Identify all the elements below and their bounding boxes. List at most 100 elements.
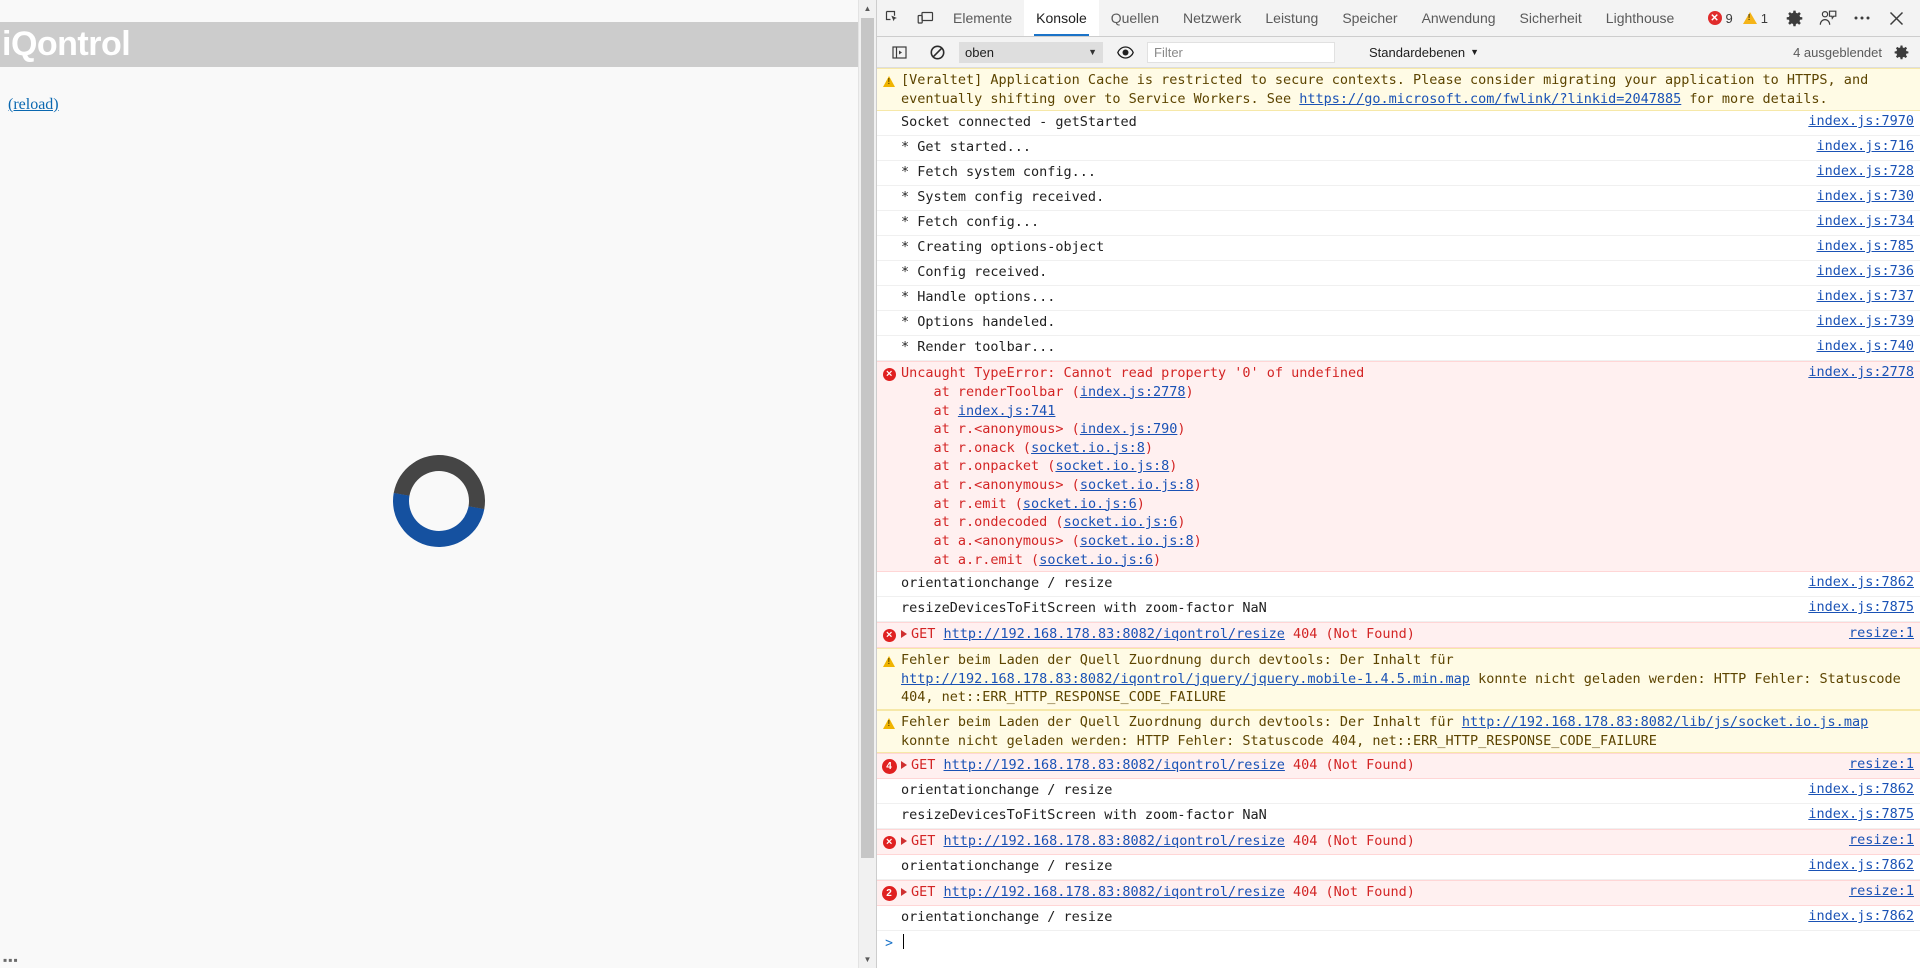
reload-link[interactable]: (reload) — [8, 96, 59, 114]
console-link[interactable]: http://192.168.178.83:8082/iqontrol/resi… — [944, 626, 1285, 642]
tab-konsole[interactable]: Konsole — [1024, 0, 1099, 36]
tab-speicher[interactable]: Speicher — [1330, 0, 1409, 36]
console-link[interactable]: socket.io.js:8 — [1080, 533, 1194, 549]
tab-elemente[interactable]: Elemente — [941, 0, 1024, 36]
console-link[interactable]: socket.io.js:8 — [1055, 458, 1169, 474]
close-icon[interactable] — [1880, 11, 1912, 26]
console-link[interactable]: socket.io.js:8 — [1031, 440, 1145, 456]
filter-input[interactable] — [1147, 41, 1335, 63]
source-link[interactable]: index.js:734 — [1816, 213, 1914, 229]
console-input[interactable] — [901, 934, 904, 953]
console-link[interactable]: http://192.168.178.83:8082/iqontrol/resi… — [944, 833, 1285, 849]
console-message-list[interactable]: [Veraltet] Application Cache is restrict… — [877, 68, 1920, 968]
tab-netzwerk[interactable]: Netzwerk — [1171, 0, 1253, 36]
source-link[interactable]: index.js:7862 — [1808, 574, 1914, 590]
source-link[interactable]: index.js:7970 — [1808, 113, 1914, 129]
console-message[interactable]: orientationchange / resize index.js:7862 — [877, 779, 1920, 805]
console-link[interactable]: http://192.168.178.83:8082/iqontrol/resi… — [944, 757, 1285, 773]
console-message[interactable]: ✕ GET http://192.168.178.83:8082/iqontrol… — [877, 622, 1920, 649]
tab-anwendung[interactable]: Anwendung — [1410, 0, 1508, 36]
source-link[interactable]: resize:1 — [1849, 883, 1914, 899]
resize-grip-icon[interactable]: ▪▪▪ — [3, 954, 19, 966]
source-link[interactable]: index.js:730 — [1816, 188, 1914, 204]
source-link[interactable]: index.js:728 — [1816, 163, 1914, 179]
tab-lighthouse[interactable]: Lighthouse — [1594, 0, 1687, 36]
console-message[interactable]: orientationchange / resize index.js:7862 — [877, 572, 1920, 598]
console-message[interactable]: orientationchange / resize index.js:7862 — [877, 906, 1920, 932]
source-link[interactable]: index.js:737 — [1816, 288, 1914, 304]
error-counter[interactable]: ✕ 9 — [1707, 11, 1733, 26]
console-settings-icon[interactable] — [1892, 45, 1910, 60]
console-link[interactable]: index.js:790 — [1080, 421, 1178, 437]
console-message[interactable]: resizeDevicesToFitScreen with zoom-facto… — [877, 597, 1920, 623]
source-link[interactable]: index.js:7862 — [1808, 908, 1914, 924]
source-link[interactable]: index.js:739 — [1816, 313, 1914, 329]
console-link[interactable]: index.js:2778 — [1080, 384, 1186, 400]
console-message[interactable]: resizeDevicesToFitScreen with zoom-facto… — [877, 804, 1920, 830]
console-link[interactable]: https://go.microsoft.com/fwlink/?linkid=… — [1299, 91, 1681, 107]
console-link[interactable]: socket.io.js:8 — [1080, 477, 1194, 493]
console-text: Fehler beim Laden der Quell Zuordnung du… — [901, 714, 1462, 730]
source-link[interactable]: index.js:736 — [1816, 263, 1914, 279]
scroll-up-arrow-icon[interactable]: ▲ — [859, 0, 876, 17]
more-options-icon[interactable] — [1846, 15, 1878, 21]
source-link[interactable]: resize:1 — [1849, 832, 1914, 848]
console-link[interactable]: http://192.168.178.83:8082/lib/js/socket… — [1462, 714, 1868, 730]
live-expression-icon[interactable] — [1109, 45, 1141, 59]
tab-leistung[interactable]: Leistung — [1253, 0, 1330, 36]
console-link[interactable]: socket.io.js:6 — [1039, 552, 1153, 568]
console-message[interactable]: * Render toolbar... index.js:740 — [877, 336, 1920, 362]
console-message[interactable]: [Veraltet] Application Cache is restrict… — [877, 68, 1920, 112]
console-link[interactable]: index.js:741 — [958, 403, 1056, 419]
console-prompt-row[interactable]: > — [877, 931, 1920, 957]
warning-counter[interactable]: 1 — [1742, 11, 1768, 26]
source-link[interactable]: index.js:740 — [1816, 338, 1914, 354]
console-message[interactable]: * Fetch system config... index.js:728 — [877, 161, 1920, 187]
gear-icon[interactable] — [1778, 10, 1810, 27]
expand-arrow-icon[interactable] — [901, 761, 907, 770]
expand-arrow-icon[interactable] — [901, 888, 907, 897]
device-toolbar-icon[interactable] — [909, 0, 941, 36]
console-link[interactable]: socket.io.js:6 — [1023, 496, 1137, 512]
console-message[interactable]: * Fetch config... index.js:734 — [877, 211, 1920, 237]
execution-context-select[interactable]: oben ▼ — [959, 41, 1103, 63]
console-message[interactable]: * Creating options-object index.js:785 — [877, 236, 1920, 262]
console-message[interactable]: 2 GET http://192.168.178.83:8082/iqontrol… — [877, 880, 1920, 907]
console-message[interactable]: ✕ Uncaught TypeError: Cannot read propert… — [877, 361, 1920, 573]
source-link[interactable]: resize:1 — [1849, 756, 1914, 772]
console-message[interactable]: 4 GET http://192.168.178.83:8082/iqontrol… — [877, 753, 1920, 780]
inspect-element-icon[interactable] — [877, 0, 909, 36]
console-message[interactable]: Fehler beim Laden der Quell Zuordnung du… — [877, 710, 1920, 754]
source-link[interactable]: index.js:7862 — [1808, 781, 1914, 797]
source-link[interactable]: index.js:716 — [1816, 138, 1914, 154]
console-message[interactable]: Fehler beim Laden der Quell Zuordnung du… — [877, 648, 1920, 710]
console-message[interactable]: * Config received. index.js:736 — [877, 261, 1920, 287]
source-link[interactable]: resize:1 — [1849, 625, 1914, 641]
console-message[interactable]: * Get started... index.js:716 — [877, 136, 1920, 162]
console-message[interactable]: ✕ GET http://192.168.178.83:8082/iqontrol… — [877, 829, 1920, 856]
console-message[interactable]: * Handle options... index.js:737 — [877, 286, 1920, 312]
log-levels-select[interactable]: Standardebenen ▼ — [1363, 45, 1485, 60]
console-message[interactable]: orientationchange / resize index.js:7862 — [877, 855, 1920, 881]
feedback-icon[interactable] — [1812, 10, 1844, 27]
console-link[interactable]: http://192.168.178.83:8082/iqontrol/resi… — [944, 884, 1285, 900]
console-message[interactable]: Socket connected - getStarted index.js:79… — [877, 111, 1920, 137]
console-message[interactable]: * System config received. index.js:730 — [877, 186, 1920, 212]
page-vertical-scrollbar[interactable]: ▲ ▼ — [858, 0, 876, 968]
scrollbar-thumb[interactable] — [861, 18, 874, 858]
source-link[interactable]: index.js:7875 — [1808, 806, 1914, 822]
tab-quellen[interactable]: Quellen — [1099, 0, 1171, 36]
console-link[interactable]: http://192.168.178.83:8082/iqontrol/jque… — [901, 671, 1470, 687]
clear-console-icon[interactable] — [921, 45, 953, 60]
console-sidebar-icon[interactable] — [883, 45, 915, 60]
expand-arrow-icon[interactable] — [901, 630, 907, 639]
source-link[interactable]: index.js:2778 — [1808, 364, 1914, 380]
source-link[interactable]: index.js:785 — [1816, 238, 1914, 254]
expand-arrow-icon[interactable] — [901, 837, 907, 846]
source-link[interactable]: index.js:7875 — [1808, 599, 1914, 615]
source-link[interactable]: index.js:7862 — [1808, 857, 1914, 873]
tab-sicherheit[interactable]: Sicherheit — [1508, 0, 1594, 36]
scroll-down-arrow-icon[interactable]: ▼ — [859, 951, 876, 968]
console-message[interactable]: * Options handeled. index.js:739 — [877, 311, 1920, 337]
console-link[interactable]: socket.io.js:6 — [1064, 514, 1178, 530]
